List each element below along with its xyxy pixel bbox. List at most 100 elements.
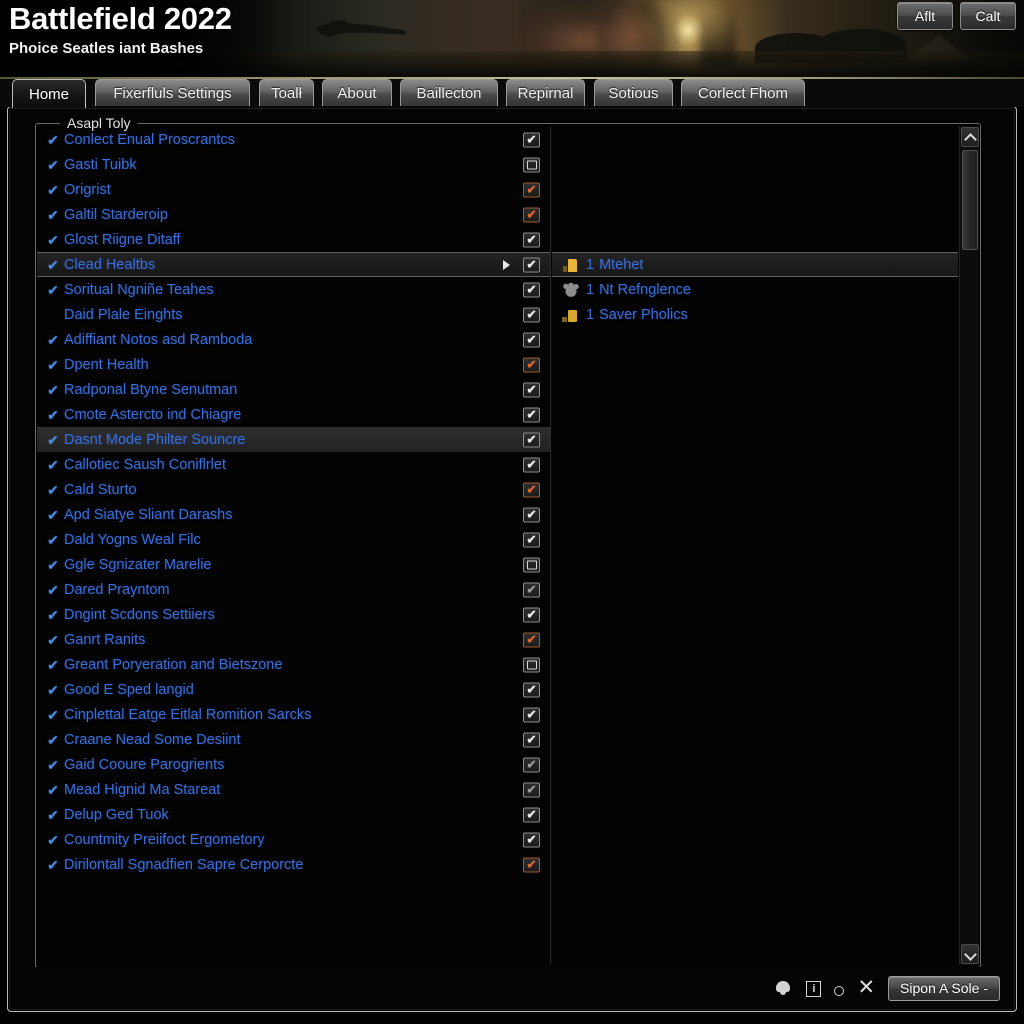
row-checkbox[interactable]: ✔ [523, 282, 540, 297]
detail-list[interactable]: 1 Mtehet 1 Nt Refnglence 1 Saver Pholics [552, 127, 958, 964]
row-checkbox[interactable]: ✔ [523, 607, 540, 622]
list-item[interactable]: ✔ Greant Poryeration and Bietszone [37, 652, 550, 677]
list-item[interactable]: ✔ Good E Sped langid ✔ [37, 677, 550, 702]
row-checkbox[interactable]: ✔ [523, 807, 540, 822]
row-checkbox[interactable] [523, 157, 540, 172]
list-item-label: Daid Plale Einghts [64, 306, 183, 323]
tab-toal[interactable]: Toalł [259, 79, 314, 106]
banner-button-calt[interactable]: Calt [960, 2, 1016, 30]
detail-list-item[interactable]: 1 Nt Refnglence [552, 277, 958, 302]
row-checkbox[interactable]: ✔ [523, 432, 540, 447]
check-icon: ✔ [47, 631, 59, 648]
list-item[interactable]: ✔ Glost Riigne Ditaff ✔ [37, 227, 550, 252]
tab-sotious[interactable]: Sotious [594, 79, 673, 106]
list-item[interactable]: ✔ Soritual Ngniñe Teahes ✔ [37, 277, 550, 302]
options-groupbox: Asapl Toly ✔ Conlect Enual Proscrantcs ✔ ✔ G… [35, 114, 981, 968]
row-checkbox[interactable]: ✔ [523, 832, 540, 847]
chevron-down-icon [966, 950, 975, 959]
list-item-label: Glost Riigne Ditaff [64, 231, 181, 248]
row-checkbox[interactable]: ✔ [523, 582, 540, 597]
list-item[interactable]: ✔ Dpent Health ✔ [37, 352, 550, 377]
row-checkbox[interactable]: ✔ [523, 257, 540, 272]
detail-item-count: 1 [586, 281, 595, 298]
check-icon: ✔ [47, 781, 59, 798]
scroll-up-button[interactable] [961, 127, 979, 147]
banner-button-aflt[interactable]: Aflt [897, 2, 953, 30]
list-item[interactable]: ✔ Cald Sturto ✔ [37, 477, 550, 502]
row-checkbox[interactable]: ✔ [523, 507, 540, 522]
list-item[interactable]: ✔ Origrist ✔ [37, 177, 550, 202]
list-item-label: Origrist [64, 181, 111, 198]
row-checkbox[interactable]: ✔ [523, 132, 540, 147]
row-checkbox[interactable] [523, 557, 540, 572]
list-item[interactable]: ✔ Craane Nead Some Desiint ✔ [37, 727, 550, 752]
detail-list-item[interactable]: 1 Saver Pholics [552, 302, 958, 327]
tab-home[interactable]: Home [12, 79, 86, 108]
list-item[interactable]: ✔ Gasti Tuibk [37, 152, 550, 177]
status-action-button[interactable]: Sipon A Sole - [888, 975, 1000, 1001]
list-item[interactable]: ✔ Countmity Preiifoct Ergometory ✔ [37, 827, 550, 852]
row-checkbox[interactable]: ✔ [523, 182, 540, 197]
row-checkbox[interactable]: ✔ [523, 857, 540, 872]
list-item[interactable]: ✔ Dared Prayntom ✔ [37, 577, 550, 602]
page-title: Battlefield 2022 [9, 1, 232, 36]
list-item[interactable]: ✔ Ggle Sgnizater Marelie [37, 552, 550, 577]
row-checkbox[interactable]: ✔ [523, 482, 540, 497]
list-item-label: Soritual Ngniñe Teahes [64, 281, 214, 298]
row-checkbox[interactable]: ✔ [523, 532, 540, 547]
circle-icon[interactable] [834, 985, 845, 996]
list-item[interactable]: ✔ Dngint Scdons Settiiers ✔ [37, 602, 550, 627]
tab-repirnal[interactable]: Repirnal [506, 79, 585, 106]
row-checkbox[interactable]: ✔ [523, 307, 540, 322]
list-item[interactable]: ✔ Conlect Enual Proscrantcs ✔ [37, 127, 550, 152]
list-item[interactable]: ✔ Callotiec Saush Coniflrlet ✔ [37, 452, 550, 477]
list-item[interactable]: ✔ Gaid Cooure Parogrients ✔ [37, 752, 550, 777]
tab-corlect-fhom[interactable]: Corlect Fhom [681, 79, 805, 106]
list-item[interactable]: ✔ Cmote Astercto ind Chiagre ✔ [37, 402, 550, 427]
list-item[interactable]: ✔ Delup Ged Tuok ✔ [37, 802, 550, 827]
tab-fixerfluls-settings[interactable]: Fixerfluls Settings [95, 79, 250, 106]
row-checkbox[interactable]: ✔ [523, 682, 540, 697]
check-icon: ✔ [47, 356, 59, 373]
row-checkbox[interactable]: ✔ [523, 782, 540, 797]
list-item[interactable]: ✔ Mead Hignid Ma Stareat ✔ [37, 777, 550, 802]
list-item[interactable]: ✔ Adiffiant Notos asd Ramboda ✔ [37, 327, 550, 352]
options-list[interactable]: ✔ Conlect Enual Proscrantcs ✔ ✔ Gasti Tuibk ✔… [37, 127, 551, 964]
list-item[interactable]: ✔ Ganrt Ranits ✔ [37, 627, 550, 652]
bell-icon[interactable] [773, 978, 793, 998]
row-checkbox[interactable]: ✔ [523, 332, 540, 347]
list-item[interactable]: ✔ Dirilontall Sgnadfien Sapre Cerporcte ✔ [37, 852, 550, 877]
list-item[interactable]: ✔ Dasnt Mode Philter Souncre ✔ [37, 427, 550, 452]
row-checkbox[interactable]: ✔ [523, 232, 540, 247]
row-checkbox[interactable]: ✔ [523, 707, 540, 722]
list-item[interactable]: Daid Plale Einghts ✔ [37, 302, 550, 327]
info-icon[interactable]: i [806, 981, 822, 997]
detail-list-item[interactable]: 1 Mtehet [552, 252, 958, 277]
list-item[interactable]: ✔ Dald Yogns Weal Filc ✔ [37, 527, 550, 552]
list-item[interactable]: ✔ Clead Healtbs ✔ [37, 252, 550, 277]
row-checkbox[interactable]: ✔ [523, 382, 540, 397]
row-checkbox[interactable]: ✔ [523, 732, 540, 747]
list-item-label: Radponal Btyne Senutman [64, 381, 238, 398]
list-item[interactable]: ✔ Cinplettal Eatge Eitlal Romition Sarcks… [37, 702, 550, 727]
tab-baillecton[interactable]: Baillecton [400, 79, 498, 106]
list-item[interactable]: ✔ Apd Siatye Sliant Darashs ✔ [37, 502, 550, 527]
row-checkbox[interactable]: ✔ [523, 757, 540, 772]
check-icon: ✔ [47, 331, 59, 348]
row-checkbox[interactable]: ✔ [523, 632, 540, 647]
scroll-down-button[interactable] [961, 944, 979, 964]
detail-list-spacer [552, 127, 958, 252]
list-item[interactable]: ✔ Galtil Starderoip ✔ [37, 202, 550, 227]
row-checkbox[interactable]: ✔ [523, 457, 540, 472]
close-icon[interactable]: ✕ [857, 977, 875, 998]
check-icon: ✔ [47, 556, 59, 573]
row-checkbox[interactable] [523, 657, 540, 672]
bars2-icon [562, 308, 580, 322]
row-checkbox[interactable]: ✔ [523, 407, 540, 422]
row-checkbox[interactable]: ✔ [523, 207, 540, 222]
row-checkbox[interactable]: ✔ [523, 357, 540, 372]
scrollbar-thumb[interactable] [962, 150, 978, 250]
tab-about[interactable]: About [322, 79, 392, 106]
vertical-scrollbar[interactable] [959, 126, 979, 965]
list-item[interactable]: ✔ Radponal Btyne Senutman ✔ [37, 377, 550, 402]
